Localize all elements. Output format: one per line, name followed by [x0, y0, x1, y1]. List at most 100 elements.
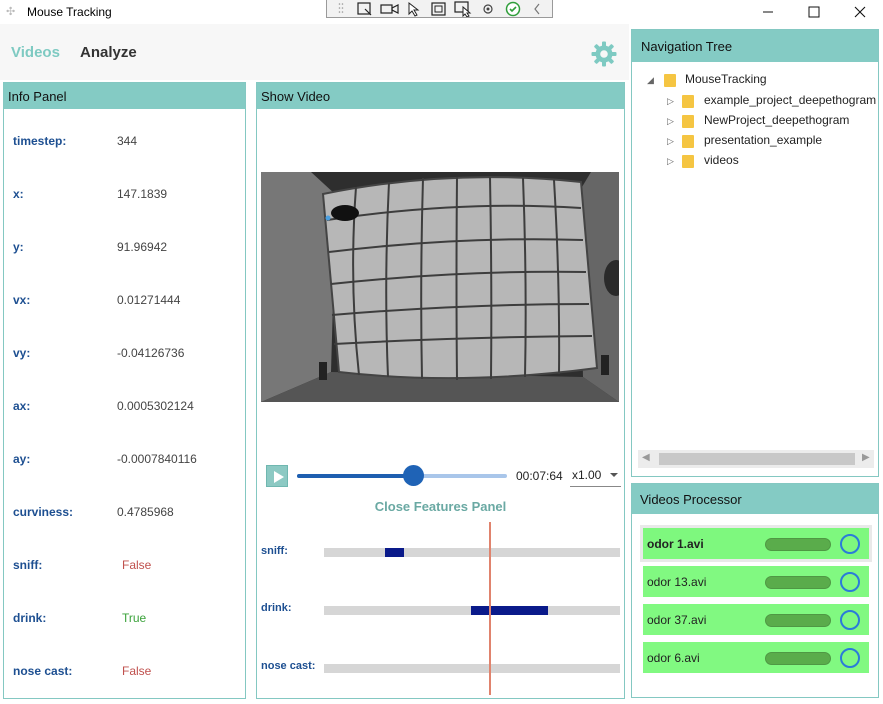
info-panel: Info Panel timestep: 344 x: 147.1839 y: … — [3, 82, 246, 699]
region-select-icon[interactable] — [454, 0, 474, 17]
videos-processor-panel: Videos Processor odor 1.avi odor 13.avi … — [631, 483, 879, 698]
y-value: 91.96942 — [117, 240, 168, 254]
arena-image — [261, 172, 619, 402]
nav-tree-header: Navigation Tree — [632, 30, 878, 62]
feature-track-sniff[interactable] — [324, 548, 620, 557]
folder-icon — [682, 155, 694, 168]
confirm-check-icon[interactable] — [503, 1, 522, 17]
video-item-name: odor 13.avi — [647, 575, 707, 589]
gear-icon[interactable] — [590, 40, 618, 68]
vy-label: vy: — [13, 346, 31, 360]
tab-analyze[interactable]: Analyze — [80, 44, 137, 61]
video-progress-bar — [765, 576, 831, 589]
x-value: 147.1839 — [117, 187, 168, 201]
sniff-label: sniff: — [13, 558, 43, 572]
ay-label: ay: — [13, 452, 31, 466]
video-item[interactable]: odor 1.avi — [643, 528, 869, 559]
screenshot-icon[interactable] — [355, 1, 374, 17]
nose-cast-label: nose cast: — [13, 664, 73, 678]
feature-segment — [385, 548, 404, 557]
curviness-value: 0.4785968 — [117, 505, 174, 519]
play-button[interactable] — [266, 465, 288, 487]
video-panel-header: Show Video — [257, 83, 624, 109]
chevron-down-icon — [610, 473, 618, 477]
feature-label-drink: drink: — [261, 602, 292, 614]
pointer-select-icon[interactable] — [405, 1, 424, 17]
vx-label: vx: — [13, 293, 31, 307]
maximize-button[interactable] — [791, 0, 837, 24]
drag-handle-icon[interactable] — [331, 1, 350, 17]
y-label: y: — [13, 240, 24, 254]
expand-caret-icon[interactable]: ▷ — [667, 156, 674, 167]
top-nav: Videos Analyze — [0, 24, 629, 80]
nose-cast-value: False — [122, 664, 152, 678]
tab-videos[interactable]: Videos — [11, 44, 60, 61]
video-item-name: odor 37.avi — [647, 613, 707, 627]
videos-processor-header: Videos Processor — [632, 484, 878, 514]
window-select-icon[interactable] — [429, 1, 448, 17]
folder-icon — [682, 115, 694, 128]
video-item[interactable]: odor 13.avi — [643, 566, 869, 597]
timestep-value: 344 — [117, 134, 138, 148]
tree-item-example-project[interactable]: example_project_deepethogram — [704, 93, 876, 107]
vx-value: 0.01271444 — [117, 293, 181, 307]
video-panel: Show Video 00:07:64 x1.00 Close Features… — [256, 82, 625, 699]
close-window-button[interactable] — [837, 0, 883, 24]
expand-caret-icon[interactable]: ▷ — [667, 136, 674, 147]
status-circle-icon[interactable] — [840, 648, 860, 668]
tree-item-root[interactable]: MouseTracking — [685, 72, 767, 86]
settings-small-icon[interactable] — [479, 1, 498, 17]
drink-value: True — [122, 611, 147, 625]
feature-track-drink[interactable] — [324, 606, 620, 615]
ay-value: -0.0007840116 — [117, 452, 197, 466]
title-bar: ✣ Mouse Tracking — [0, 0, 883, 24]
play-icon — [274, 471, 284, 483]
app-icon: ✣ — [6, 6, 16, 18]
tree-item-presentation[interactable]: presentation_example — [704, 133, 822, 147]
collapse-chevron-icon[interactable] — [528, 1, 547, 17]
folder-icon — [682, 135, 694, 148]
status-circle-icon[interactable] — [840, 610, 860, 630]
tree-item-new-project[interactable]: NewProject_deepethogram — [704, 113, 849, 127]
progress-fill — [297, 474, 414, 478]
status-circle-icon[interactable] — [840, 572, 860, 592]
timestep-label: timestep: — [13, 134, 67, 148]
expand-caret-icon[interactable]: ▷ — [667, 116, 674, 127]
video-progress-bar — [765, 538, 831, 551]
feature-track-nose-cast[interactable] — [324, 664, 620, 673]
navigation-tree-panel: Navigation Tree ◢ MouseTracking ▷ exampl… — [631, 29, 879, 477]
horizontal-scrollbar[interactable]: ◀ ▶ — [638, 450, 874, 468]
progress-knob[interactable] — [403, 465, 424, 486]
info-panel-header: Info Panel — [4, 83, 245, 109]
video-item[interactable]: odor 37.avi — [643, 604, 869, 635]
video-progress-bar — [765, 652, 831, 665]
video-item-name: odor 6.avi — [647, 651, 700, 665]
feature-label-sniff: sniff: — [261, 545, 288, 557]
folder-icon — [682, 95, 694, 108]
ax-value: 0.0005302124 — [117, 399, 194, 413]
video-item-name: odor 1.avi — [647, 537, 704, 551]
feature-segment — [471, 606, 548, 615]
scrollbar-thumb[interactable] — [659, 453, 855, 465]
expand-caret-icon[interactable]: ▷ — [667, 96, 674, 107]
curviness-label: curviness: — [13, 505, 74, 519]
collapse-caret-icon[interactable]: ◢ — [647, 75, 654, 86]
scroll-left-icon[interactable]: ◀ — [642, 452, 650, 463]
time-cursor-line — [489, 522, 491, 695]
video-frame[interactable] — [261, 172, 619, 402]
ax-label: ax: — [13, 399, 31, 413]
capture-toolbar — [326, 0, 553, 18]
tree-item-videos[interactable]: videos — [704, 153, 739, 167]
vy-value: -0.04126736 — [117, 346, 185, 360]
scroll-right-icon[interactable]: ▶ — [862, 452, 870, 463]
status-circle-icon[interactable] — [840, 534, 860, 554]
window-title: Mouse Tracking — [27, 5, 112, 19]
sniff-value: False — [122, 558, 152, 572]
video-record-icon[interactable] — [380, 1, 400, 17]
time-display: 00:07:64 — [516, 469, 563, 483]
feature-label-nose-cast: nose cast: — [261, 660, 316, 672]
minimize-button[interactable] — [745, 0, 791, 24]
drink-label: drink: — [13, 611, 47, 625]
close-features-button[interactable]: Close Features Panel — [257, 499, 624, 514]
video-item[interactable]: odor 6.avi — [643, 642, 869, 673]
